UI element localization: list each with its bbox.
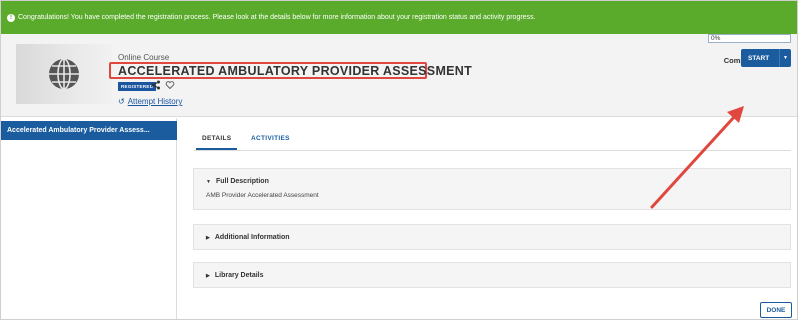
section-full-description[interactable]: ▼ Full Description AMB Provider Accelera… [193, 168, 791, 210]
sidebar-item-course[interactable]: Accelerated Ambulatory Provider Assess..… [1, 121, 177, 140]
globe-icon [49, 58, 79, 90]
completion-value: 0% [711, 35, 721, 42]
caret-down-icon: ▼ [206, 178, 211, 185]
info-circle-icon: ! [7, 13, 15, 22]
section-title[interactable]: ▶ Library Details [206, 272, 264, 279]
tab-details[interactable]: DETAILS [195, 135, 238, 150]
section-library-details[interactable]: ▶ Library Details [193, 262, 791, 288]
done-button[interactable]: DONE [760, 302, 792, 318]
course-type-label: Online Course [118, 53, 170, 62]
section-body: AMB Provider Accelerated Assessment [206, 192, 319, 199]
caret-right-icon: ▶ [206, 234, 210, 241]
course-title: ACCELERATED AMBULATORY PROVIDER ASSESSME… [118, 64, 473, 78]
attempt-history-link[interactable]: ↺ Attempt History [118, 97, 182, 106]
section-title-label: Full Description [215, 178, 269, 185]
section-title[interactable]: ▼ Full Description [206, 178, 269, 185]
history-icon: ↺ [118, 97, 125, 106]
success-banner: ! Congratulations! You have completed th… [1, 1, 797, 34]
section-title-label: Additional Information [214, 234, 290, 241]
tab-activities[interactable]: ACTIVITIES [251, 135, 290, 142]
section-additional-information[interactable]: ▶ Additional Information [193, 224, 791, 250]
tab-bar: DETAILS ACTIVITIES [194, 131, 791, 151]
course-header: Online Course ACCELERATED AMBULATORY PRO… [1, 34, 797, 117]
chevron-down-icon[interactable]: ▼ [779, 49, 791, 67]
start-button[interactable]: START ▼ [741, 49, 791, 67]
course-thumbnail [16, 44, 112, 104]
heart-icon[interactable] [165, 80, 175, 90]
banner-text: Congratulations! You have completed the … [18, 14, 536, 21]
section-title[interactable]: ▶ Additional Information [206, 234, 290, 241]
section-title-label: Library Details [214, 272, 264, 279]
start-button-label: START [748, 54, 770, 62]
attempt-history-label: Attempt History [127, 97, 183, 106]
completion-progress-bar: 0% [708, 34, 791, 43]
sidebar: Accelerated Ambulatory Provider Assess..… [1, 118, 177, 319]
share-icon[interactable] [151, 80, 161, 90]
caret-right-icon: ▶ [206, 272, 210, 279]
